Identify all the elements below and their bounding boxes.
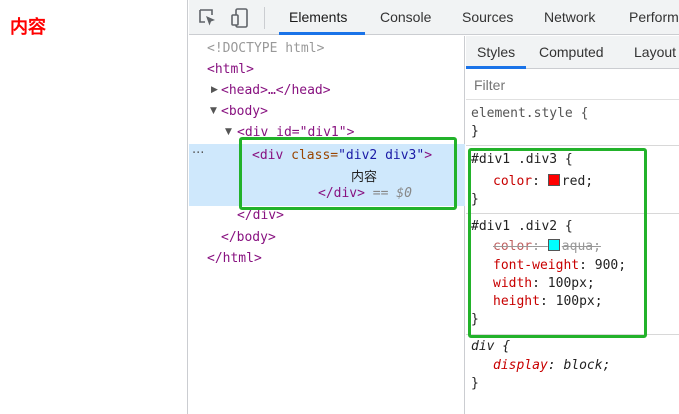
tab-elements[interactable]: Elements xyxy=(279,0,357,35)
dom-head-node[interactable]: <head>…</head> xyxy=(221,83,331,98)
css-prop-value: block; xyxy=(563,358,611,373)
toolbar-divider xyxy=(264,7,265,29)
tab-layout[interactable]: Layout xyxy=(634,36,676,68)
dom-html-open[interactable]: <html> xyxy=(207,62,254,77)
devtools-panel: Elements Console Sources Network Perform… xyxy=(189,0,679,414)
css-close-brace: } xyxy=(471,376,479,391)
styles-filter-bar xyxy=(466,70,679,100)
css-prop-display[interactable]: display: block; xyxy=(493,358,610,373)
device-toolbar-icon[interactable] xyxy=(230,7,252,29)
tab-performance[interactable]: Perform xyxy=(619,0,679,35)
tab-network[interactable]: Network xyxy=(534,0,605,35)
collapse-triangle-icon[interactable]: ▼ xyxy=(225,127,232,137)
dom-div1-close[interactable]: </div> xyxy=(237,208,284,223)
node-actions-ellipsis[interactable]: ··· xyxy=(192,146,204,161)
dom-body-close[interactable]: </body> xyxy=(221,230,276,245)
ua-div-selector[interactable]: div { xyxy=(471,339,510,354)
tab-sources[interactable]: Sources xyxy=(452,0,523,35)
page-content-text: 内容 xyxy=(10,17,46,38)
styles-subtabs: Styles Computed Layout xyxy=(466,36,679,69)
css-close-brace: } xyxy=(471,124,479,139)
tab-console[interactable]: Console xyxy=(370,0,441,35)
rendered-page: 内容 xyxy=(0,0,188,414)
element-style-selector[interactable]: element.style { xyxy=(471,106,588,121)
devtools-toolbar: Elements Console Sources Network Perform xyxy=(189,0,679,35)
rule-separator xyxy=(466,145,679,146)
expand-triangle-icon[interactable]: ▶ xyxy=(211,85,218,95)
styles-pane: Styles Computed Layout element.style { }… xyxy=(466,36,679,414)
highlight-annotation-box xyxy=(468,148,647,338)
inspect-element-icon[interactable] xyxy=(197,7,219,29)
active-subtab-indicator xyxy=(466,66,526,69)
tab-computed[interactable]: Computed xyxy=(539,36,604,68)
collapse-triangle-icon[interactable]: ▼ xyxy=(210,106,217,116)
dom-tree-pane: ··· <!DOCTYPE html> <html> ▶ <head>…</he… xyxy=(189,36,465,414)
dom-doctype[interactable]: <!DOCTYPE html> xyxy=(207,41,324,56)
highlight-annotation-box xyxy=(239,137,457,210)
active-tab-indicator xyxy=(279,32,365,35)
styles-filter-input[interactable] xyxy=(474,77,674,93)
dom-html-close[interactable]: </html> xyxy=(207,251,262,266)
tab-styles[interactable]: Styles xyxy=(477,36,515,68)
dom-body-open[interactable]: <body> xyxy=(221,104,268,119)
css-prop-name: display xyxy=(493,358,548,373)
